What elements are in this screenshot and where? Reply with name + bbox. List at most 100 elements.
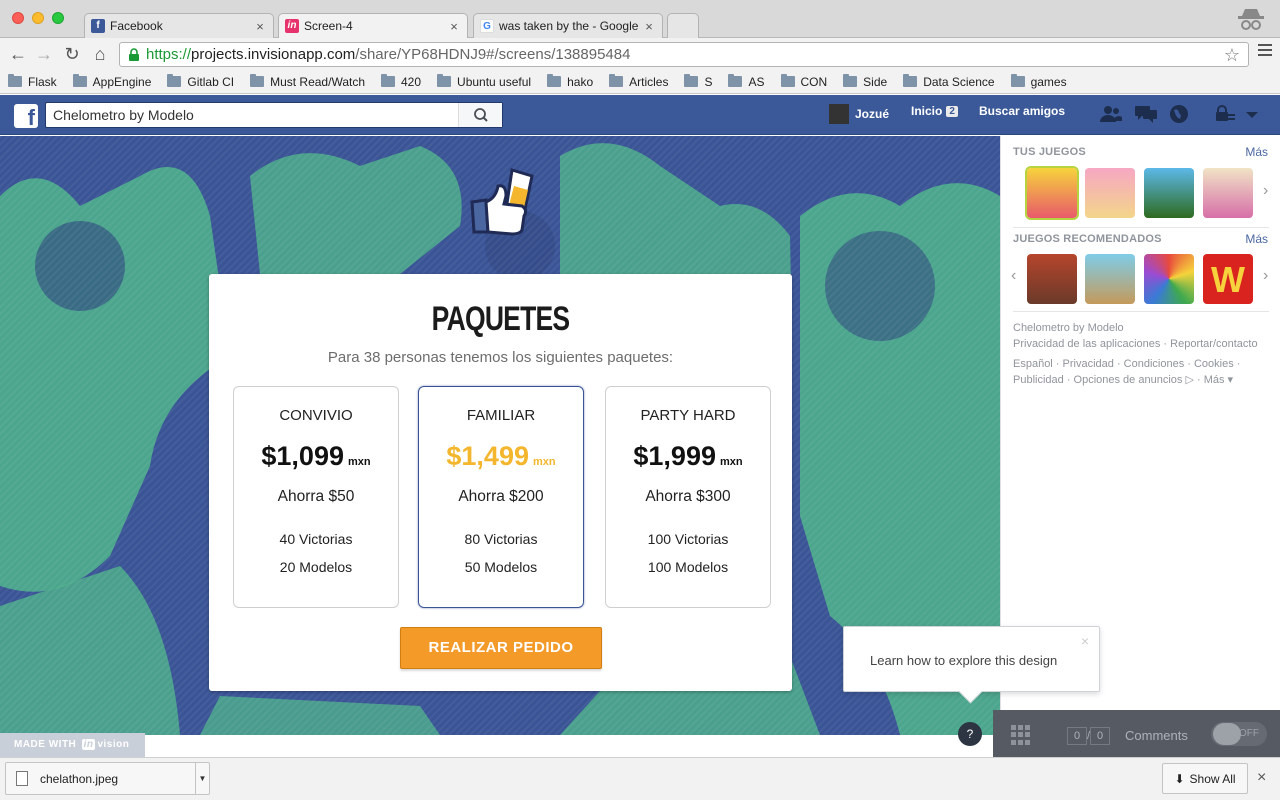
tab-close-icon[interactable]: × <box>447 19 461 34</box>
facebook-right-sidebar: TUS JUEGOS Más › JUEGOS RECOMENDADOS Más… <box>1000 136 1280 710</box>
bookmark-folder[interactable]: Side <box>843 74 887 89</box>
bookmark-folder[interactable]: hako <box>547 74 594 89</box>
screens-grid-icon[interactable] <box>1011 725 1031 745</box>
forward-arrow-icon[interactable]: → <box>32 42 56 66</box>
package-party-hard[interactable]: PARTY HARD $1,999 mxn Ahorra $300 100 Vic… <box>605 386 771 608</box>
download-options-chevron-icon[interactable]: ▼ <box>195 763 209 794</box>
bookmark-folder[interactable]: games <box>1010 74 1067 89</box>
folder-icon <box>547 74 562 87</box>
tab-close-icon[interactable]: × <box>642 19 656 34</box>
tab-facebook[interactable]: f Facebook × <box>84 13 274 38</box>
bookmark-folder[interactable]: Ubuntu useful <box>437 74 531 89</box>
comments-label[interactable]: Comments <box>1125 728 1188 743</box>
incognito-icon <box>1238 9 1264 30</box>
user-name: Jozué <box>855 107 890 121</box>
folder-icon <box>72 74 87 87</box>
invision-favicon-icon: in <box>285 19 299 33</box>
profile-link[interactable]: Jozué <box>829 104 889 124</box>
download-item[interactable]: chelathon.jpeg ▼ <box>5 762 210 795</box>
bookmark-folder[interactable]: AppEngine <box>72 74 151 89</box>
tab-close-icon[interactable]: × <box>253 19 267 34</box>
browser-menu-icon[interactable] <box>1258 44 1272 58</box>
package-price: $1,499 mxn <box>419 441 583 472</box>
bookmark-folder[interactable]: CON <box>780 74 827 89</box>
tooltip-text[interactable]: Learn how to explore this design <box>870 653 1057 668</box>
bookmark-folder[interactable]: Gitlab CI <box>167 74 234 89</box>
help-button[interactable]: ? <box>958 722 982 746</box>
tab-label: was taken by the - Google S <box>499 19 642 33</box>
chevron-left-icon[interactable]: ‹ <box>1011 267 1016 285</box>
app-name-link[interactable]: Chelometro by Modelo <box>1013 320 1275 336</box>
home-icon[interactable]: ⌂ <box>88 42 112 66</box>
lock-icon <box>129 48 139 61</box>
report-contact-link[interactable]: Reportar/contacto <box>1170 338 1257 350</box>
show-all-label: Show All <box>1189 771 1236 786</box>
find-friends-link[interactable]: Buscar amigos <box>979 104 1065 118</box>
tab-screen-4[interactable]: in Screen-4 × <box>278 13 468 38</box>
search-icon <box>474 108 488 122</box>
package-familiar[interactable]: FAMILIAR $1,499 mxn Ahorra $200 80 Victor… <box>418 386 584 608</box>
bookmark-folder[interactable]: S <box>684 74 712 89</box>
url-path: /share/YP68HDNJ9#/screens/138895484 <box>355 46 631 63</box>
bookmark-folder[interactable]: Data Science <box>903 74 995 89</box>
friend-requests-icon[interactable] <box>1100 104 1122 124</box>
url-host: projects.invisionapp.com <box>191 46 356 63</box>
pager-total: 0 <box>1090 727 1111 745</box>
card-subtitle: Para 38 personas tenemos los siguientes … <box>327 349 674 366</box>
package-convivio[interactable]: CONVIVIO $1,099 mxn Ahorra $50 40 Victori… <box>233 386 399 608</box>
notifications-globe-icon[interactable] <box>1169 104 1191 124</box>
window-close-button[interactable] <box>12 12 24 24</box>
invision-wordmark: vision <box>97 739 130 750</box>
reload-icon[interactable]: ↻ <box>60 42 84 66</box>
window-maximize-button[interactable] <box>52 12 64 24</box>
footer-links-line1[interactable]: Español · Privacidad · Condiciones · Coo… <box>1013 356 1275 372</box>
back-arrow-icon[interactable]: ← <box>6 42 30 66</box>
facebook-logo-icon[interactable]: f <box>14 104 38 128</box>
your-games-more-link[interactable]: Más <box>1245 145 1268 159</box>
search-button[interactable] <box>458 103 502 127</box>
facebook-search-input[interactable]: Chelometro by Modelo <box>45 102 503 128</box>
game-hangman-icon[interactable] <box>1085 254 1135 304</box>
address-bar[interactable]: https://projects.invisionapp.com/share/Y… <box>119 42 1249 67</box>
bookmark-label: Flask <box>28 74 57 89</box>
comments-toggle[interactable]: OFF <box>1211 722 1267 746</box>
close-icon[interactable]: × <box>1081 633 1089 649</box>
bookmark-folder[interactable]: 420 <box>381 74 421 89</box>
chevron-right-icon[interactable]: › <box>1263 267 1268 285</box>
window-minimize-button[interactable] <box>32 12 44 24</box>
game-angry-birds-friends-icon[interactable] <box>1144 168 1194 218</box>
made-with-invision-badge[interactable]: MADE WITH in vision <box>0 733 145 757</box>
close-shelf-icon[interactable]: × <box>1257 769 1266 787</box>
bookmark-folder[interactable]: Flask <box>8 74 57 89</box>
tab-google[interactable]: G was taken by the - Google S × <box>473 13 663 38</box>
game-raccoon-icon[interactable] <box>1027 254 1077 304</box>
folder-icon <box>684 74 699 87</box>
chevron-right-icon[interactable]: › <box>1263 182 1268 200</box>
folder-icon <box>8 74 22 87</box>
game-fashion-designer-icon[interactable] <box>1203 168 1253 218</box>
price-currency: mxn <box>532 456 556 468</box>
bookmark-label: hako <box>567 74 594 89</box>
bookmark-folder[interactable]: Articles <box>609 74 669 89</box>
home-link[interactable]: Inicio 2 <box>911 104 958 118</box>
bookmark-folder[interactable]: Must Read/Watch <box>250 74 365 89</box>
show-all-downloads-button[interactable]: ⬇ Show All <box>1162 763 1248 794</box>
game-strawberry-shortcake-icon[interactable] <box>1027 168 1077 218</box>
footer-links-line2[interactable]: Publicidad · Opciones de anuncios <box>1013 374 1182 386</box>
comment-pager: 0/0 <box>1067 727 1111 745</box>
new-tab-button[interactable] <box>667 13 699 38</box>
price-amount: $1,999 <box>633 441 716 471</box>
bookmark-star-icon[interactable]: ☆ <box>1224 45 1240 66</box>
messages-icon[interactable] <box>1135 104 1157 124</box>
game-wheel-icon[interactable] <box>1144 254 1194 304</box>
bookmark-folder[interactable]: AS <box>728 74 765 89</box>
account-settings-icon[interactable] <box>1214 104 1262 124</box>
app-privacy-link[interactable]: Privacidad de las aplicaciones <box>1013 338 1160 350</box>
recommended-more-link[interactable]: Más <box>1245 232 1268 246</box>
bookmark-label: Articles <box>629 74 669 89</box>
place-order-button[interactable]: REALIZAR PEDIDO <box>400 627 602 669</box>
footer-more-link[interactable]: Más <box>1204 374 1225 386</box>
game-pet-rescue-icon[interactable] <box>1085 168 1135 218</box>
divider <box>1013 227 1269 228</box>
game-wordox-icon[interactable]: W <box>1203 254 1253 304</box>
